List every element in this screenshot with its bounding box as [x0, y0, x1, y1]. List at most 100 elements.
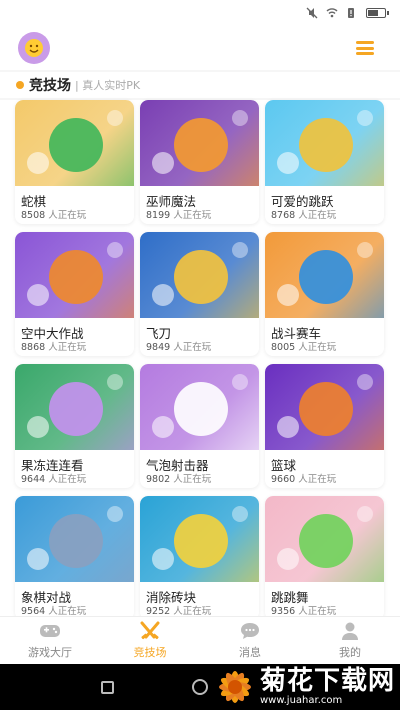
player-count-suffix: 人正在玩 — [173, 474, 212, 485]
game-name: 象棋对战 — [21, 590, 72, 605]
thumbnail-decoration — [107, 506, 123, 522]
thumbnail-decoration — [357, 110, 373, 126]
wifi-icon — [326, 8, 338, 18]
game-name: 篮球 — [271, 458, 297, 473]
thumbnail-decoration — [49, 514, 103, 568]
player-count-number: 9802 — [146, 474, 171, 485]
thumbnail-decoration — [174, 382, 228, 436]
player-count-number: 8768 — [271, 210, 296, 221]
game-card[interactable]: 可爱的跳跃 8768 人正在玩 — [265, 100, 384, 224]
game-card[interactable]: 消除砖块 9252 人正在玩 — [140, 496, 259, 620]
game-thumbnail — [140, 496, 259, 582]
tab-game-lobby[interactable]: 游戏大厅 — [0, 617, 100, 664]
avatar[interactable] — [18, 32, 50, 64]
thumbnail-decoration — [27, 152, 49, 174]
home-button[interactable] — [192, 679, 208, 695]
player-count: 8199 人正在玩 — [140, 207, 259, 221]
player-count: 9802 人正在玩 — [140, 471, 259, 485]
thumbnail-decoration — [232, 374, 248, 390]
thumbnail-decoration — [357, 506, 373, 522]
game-name: 气泡射击器 — [146, 458, 209, 473]
thumbnail-decoration — [299, 514, 353, 568]
section-header: 竞技场 | 真人实时PK — [0, 72, 400, 98]
game-thumbnail — [140, 364, 259, 450]
gamepad-icon — [40, 625, 60, 637]
thumbnail-decoration — [107, 242, 123, 258]
user-icon — [342, 622, 358, 640]
thumbnail-decoration — [232, 242, 248, 258]
game-name: 跳跳舞 — [271, 590, 309, 605]
tab-label: 游戏大厅 — [28, 646, 72, 659]
game-name: 空中大作战 — [21, 326, 84, 341]
player-count: 9564 人正在玩 — [15, 603, 134, 617]
game-name: 战斗赛车 — [271, 326, 322, 341]
player-count-suffix: 人正在玩 — [173, 342, 212, 353]
thumbnail-decoration — [232, 506, 248, 522]
game-card[interactable]: 果冻连连看 9644 人正在玩 — [15, 364, 134, 488]
watermark-title: 菊花下载网 — [260, 666, 396, 696]
section-dot-icon — [16, 81, 24, 89]
thumbnail-decoration — [152, 284, 174, 306]
section-subtitle: | 真人实时PK — [75, 79, 141, 92]
menu-icon[interactable] — [356, 41, 374, 55]
game-thumbnail — [265, 496, 384, 582]
player-count: 9252 人正在玩 — [140, 603, 259, 617]
player-count-suffix: 人正在玩 — [48, 210, 87, 221]
chrysanthemum-logo-icon — [219, 671, 251, 703]
section-title: 竞技场 — [29, 78, 71, 94]
game-card[interactable]: 象棋对战 9564 人正在玩 — [15, 496, 134, 620]
game-name: 可爱的跳跃 — [271, 194, 334, 209]
game-thumbnail — [15, 496, 134, 582]
player-count: 9849 人正在玩 — [140, 339, 259, 353]
tab-arena[interactable]: 竞技场 — [100, 617, 200, 664]
app-screen: 竞技场 | 真人实时PK 蛇棋 8508 人正在玩 巫师魔法 8199 人正在玩 可爱的跳跃… — [0, 0, 400, 710]
game-card[interactable]: 篮球 9660 人正在玩 — [265, 364, 384, 488]
thumbnail-decoration — [299, 382, 353, 436]
game-card[interactable]: 战斗赛车 8005 人正在玩 — [265, 232, 384, 356]
thumbnail-decoration — [357, 374, 373, 390]
thumbnail-decoration — [277, 548, 299, 570]
game-thumbnail — [265, 100, 384, 186]
player-count: 8768 人正在玩 — [265, 207, 384, 221]
player-count: 8005 人正在玩 — [265, 339, 384, 353]
game-card[interactable]: 跳跳舞 9356 人正在玩 — [265, 496, 384, 620]
game-thumbnail — [15, 100, 134, 186]
thumbnail-decoration — [27, 548, 49, 570]
thumbnail-decoration — [49, 118, 103, 172]
player-count-suffix: 人正在玩 — [48, 342, 87, 353]
game-thumbnail — [15, 364, 134, 450]
game-card[interactable]: 巫师魔法 8199 人正在玩 — [140, 100, 259, 224]
player-count-suffix: 人正在玩 — [298, 210, 337, 221]
player-count: 9356 人正在玩 — [265, 603, 384, 617]
player-count-number: 9644 — [21, 474, 46, 485]
game-name: 消除砖块 — [146, 590, 197, 605]
thumbnail-decoration — [49, 382, 103, 436]
thumbnail-decoration — [27, 284, 49, 306]
game-card[interactable]: 飞刀 9849 人正在玩 — [140, 232, 259, 356]
game-name: 果冻连连看 — [21, 458, 84, 473]
tab-mine[interactable]: 我的 — [300, 617, 400, 664]
game-card[interactable]: 空中大作战 8868 人正在玩 — [15, 232, 134, 356]
player-count: 8868 人正在玩 — [15, 339, 134, 353]
player-count-suffix: 人正在玩 — [298, 474, 337, 485]
game-thumbnail — [265, 364, 384, 450]
player-count: 9660 人正在玩 — [265, 471, 384, 485]
tab-label: 我的 — [339, 646, 361, 659]
game-card[interactable]: 蛇棋 8508 人正在玩 — [15, 100, 134, 224]
watermark: 菊花下载网 www.juahar.com — [214, 664, 400, 710]
player-count-number: 8199 — [146, 210, 171, 221]
player-count-number: 9660 — [271, 474, 296, 485]
crossed-swords-icon — [140, 621, 160, 640]
recent-apps-button[interactable] — [101, 681, 114, 694]
tab-messages[interactable]: 消息 — [200, 617, 300, 664]
game-card[interactable]: 气泡射击器 9802 人正在玩 — [140, 364, 259, 488]
thumbnail-decoration — [232, 110, 248, 126]
player-count-suffix: 人正在玩 — [48, 474, 87, 485]
game-name: 巫师魔法 — [146, 194, 197, 209]
thumbnail-decoration — [27, 416, 49, 438]
mute-icon — [306, 7, 318, 19]
watermark-url: www.juahar.com — [260, 695, 343, 706]
top-bar — [0, 26, 400, 70]
game-thumbnail — [140, 232, 259, 318]
thumbnail-decoration — [49, 250, 103, 304]
